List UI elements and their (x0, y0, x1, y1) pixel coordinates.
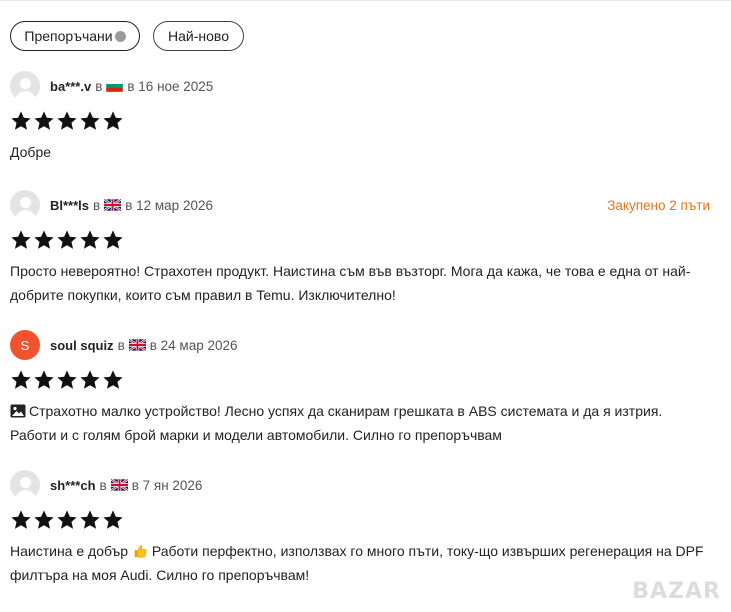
star-icon (34, 230, 54, 249)
image-icon[interactable] (10, 404, 26, 418)
star-icon (11, 230, 31, 249)
watermark-logo: BAZAR (632, 579, 721, 604)
star-icon (57, 230, 77, 249)
country-prefix: в (117, 337, 125, 353)
star-icon (80, 370, 100, 389)
star-icon (80, 510, 100, 529)
review-text: Просто невероятно! Страхотен продукт. На… (10, 263, 691, 303)
star-icon (103, 230, 123, 249)
avatar[interactable]: S (10, 330, 40, 360)
star-icon (80, 230, 100, 249)
star-icon (11, 370, 31, 389)
country-prefix: в (95, 78, 103, 94)
reviewer-name[interactable]: sh***ch (50, 478, 96, 493)
review-text: Страхотно малко устройство! Лесно успях … (10, 403, 663, 443)
star-icon (103, 111, 123, 130)
loading-icon (114, 30, 126, 42)
country-prefix: в (93, 197, 101, 213)
bulgaria-flag-icon (106, 80, 124, 92)
star-icon (80, 111, 100, 130)
star-icon (103, 510, 123, 529)
purchase-count-badge: Закупено 2 пъти (607, 197, 710, 213)
review-text-container: Страхотно малко устройство! Лесно успях … (10, 400, 710, 447)
star-icon (103, 370, 123, 389)
star-icon (57, 510, 77, 529)
avatar[interactable] (10, 190, 40, 220)
star-icon (11, 111, 31, 130)
thumbs-up-icon (134, 545, 147, 558)
review-item: ba***.v в в 16 ное 2025 Добре (10, 71, 710, 165)
avatar-letter: S (20, 337, 30, 353)
review-sort-filters: Препоръчани Най-ново (10, 21, 244, 51)
star-icon (57, 111, 77, 130)
star-rating (10, 509, 710, 531)
filter-newest-label: Най-ново (168, 28, 229, 44)
review-date: в 12 мар 2026 (125, 197, 213, 213)
star-icon (34, 510, 54, 529)
reviewer-name[interactable]: Bl***ls (50, 198, 89, 213)
star-icon (34, 111, 54, 130)
reviewer-name[interactable]: ba***.v (50, 79, 91, 94)
star-icon (11, 510, 31, 529)
filter-newest-button[interactable]: Най-ново (153, 21, 244, 51)
review-item: Bl***ls в в 12 мар 2026 Закупено 2 пъти … (10, 190, 710, 307)
uk-flag-icon (104, 199, 122, 211)
review-date: в 24 мар 2026 (149, 337, 238, 353)
filter-recommended-button[interactable]: Препоръчани (10, 21, 140, 51)
review-item: S soul squiz в в 24 мар 2026 Страхотно м… (10, 330, 710, 447)
star-rating (10, 229, 710, 251)
review-date: в 7 ян 2026 (131, 477, 203, 493)
country-prefix: в (99, 477, 107, 493)
star-icon (57, 370, 77, 389)
review-text: Добре (10, 144, 52, 160)
uk-flag-icon (110, 479, 128, 491)
star-icon (34, 370, 54, 389)
review-text-container: Наистина е добър Работи перфектно, изпол… (10, 540, 710, 587)
review-text: Наистина е добър (10, 543, 129, 559)
review-date: в 16 ное 2025 (127, 78, 214, 94)
reviewer-name[interactable]: soul squiz (50, 338, 114, 353)
star-rating (10, 369, 710, 391)
review-item: sh***ch в в 7 ян 2026 Наистина е добър Р… (10, 470, 710, 587)
avatar[interactable] (10, 71, 40, 101)
top-divider (0, 0, 731, 1)
uk-flag-icon (128, 339, 146, 351)
star-rating (10, 110, 710, 132)
avatar[interactable] (10, 470, 40, 500)
filter-recommended-label: Препоръчани (24, 28, 113, 44)
